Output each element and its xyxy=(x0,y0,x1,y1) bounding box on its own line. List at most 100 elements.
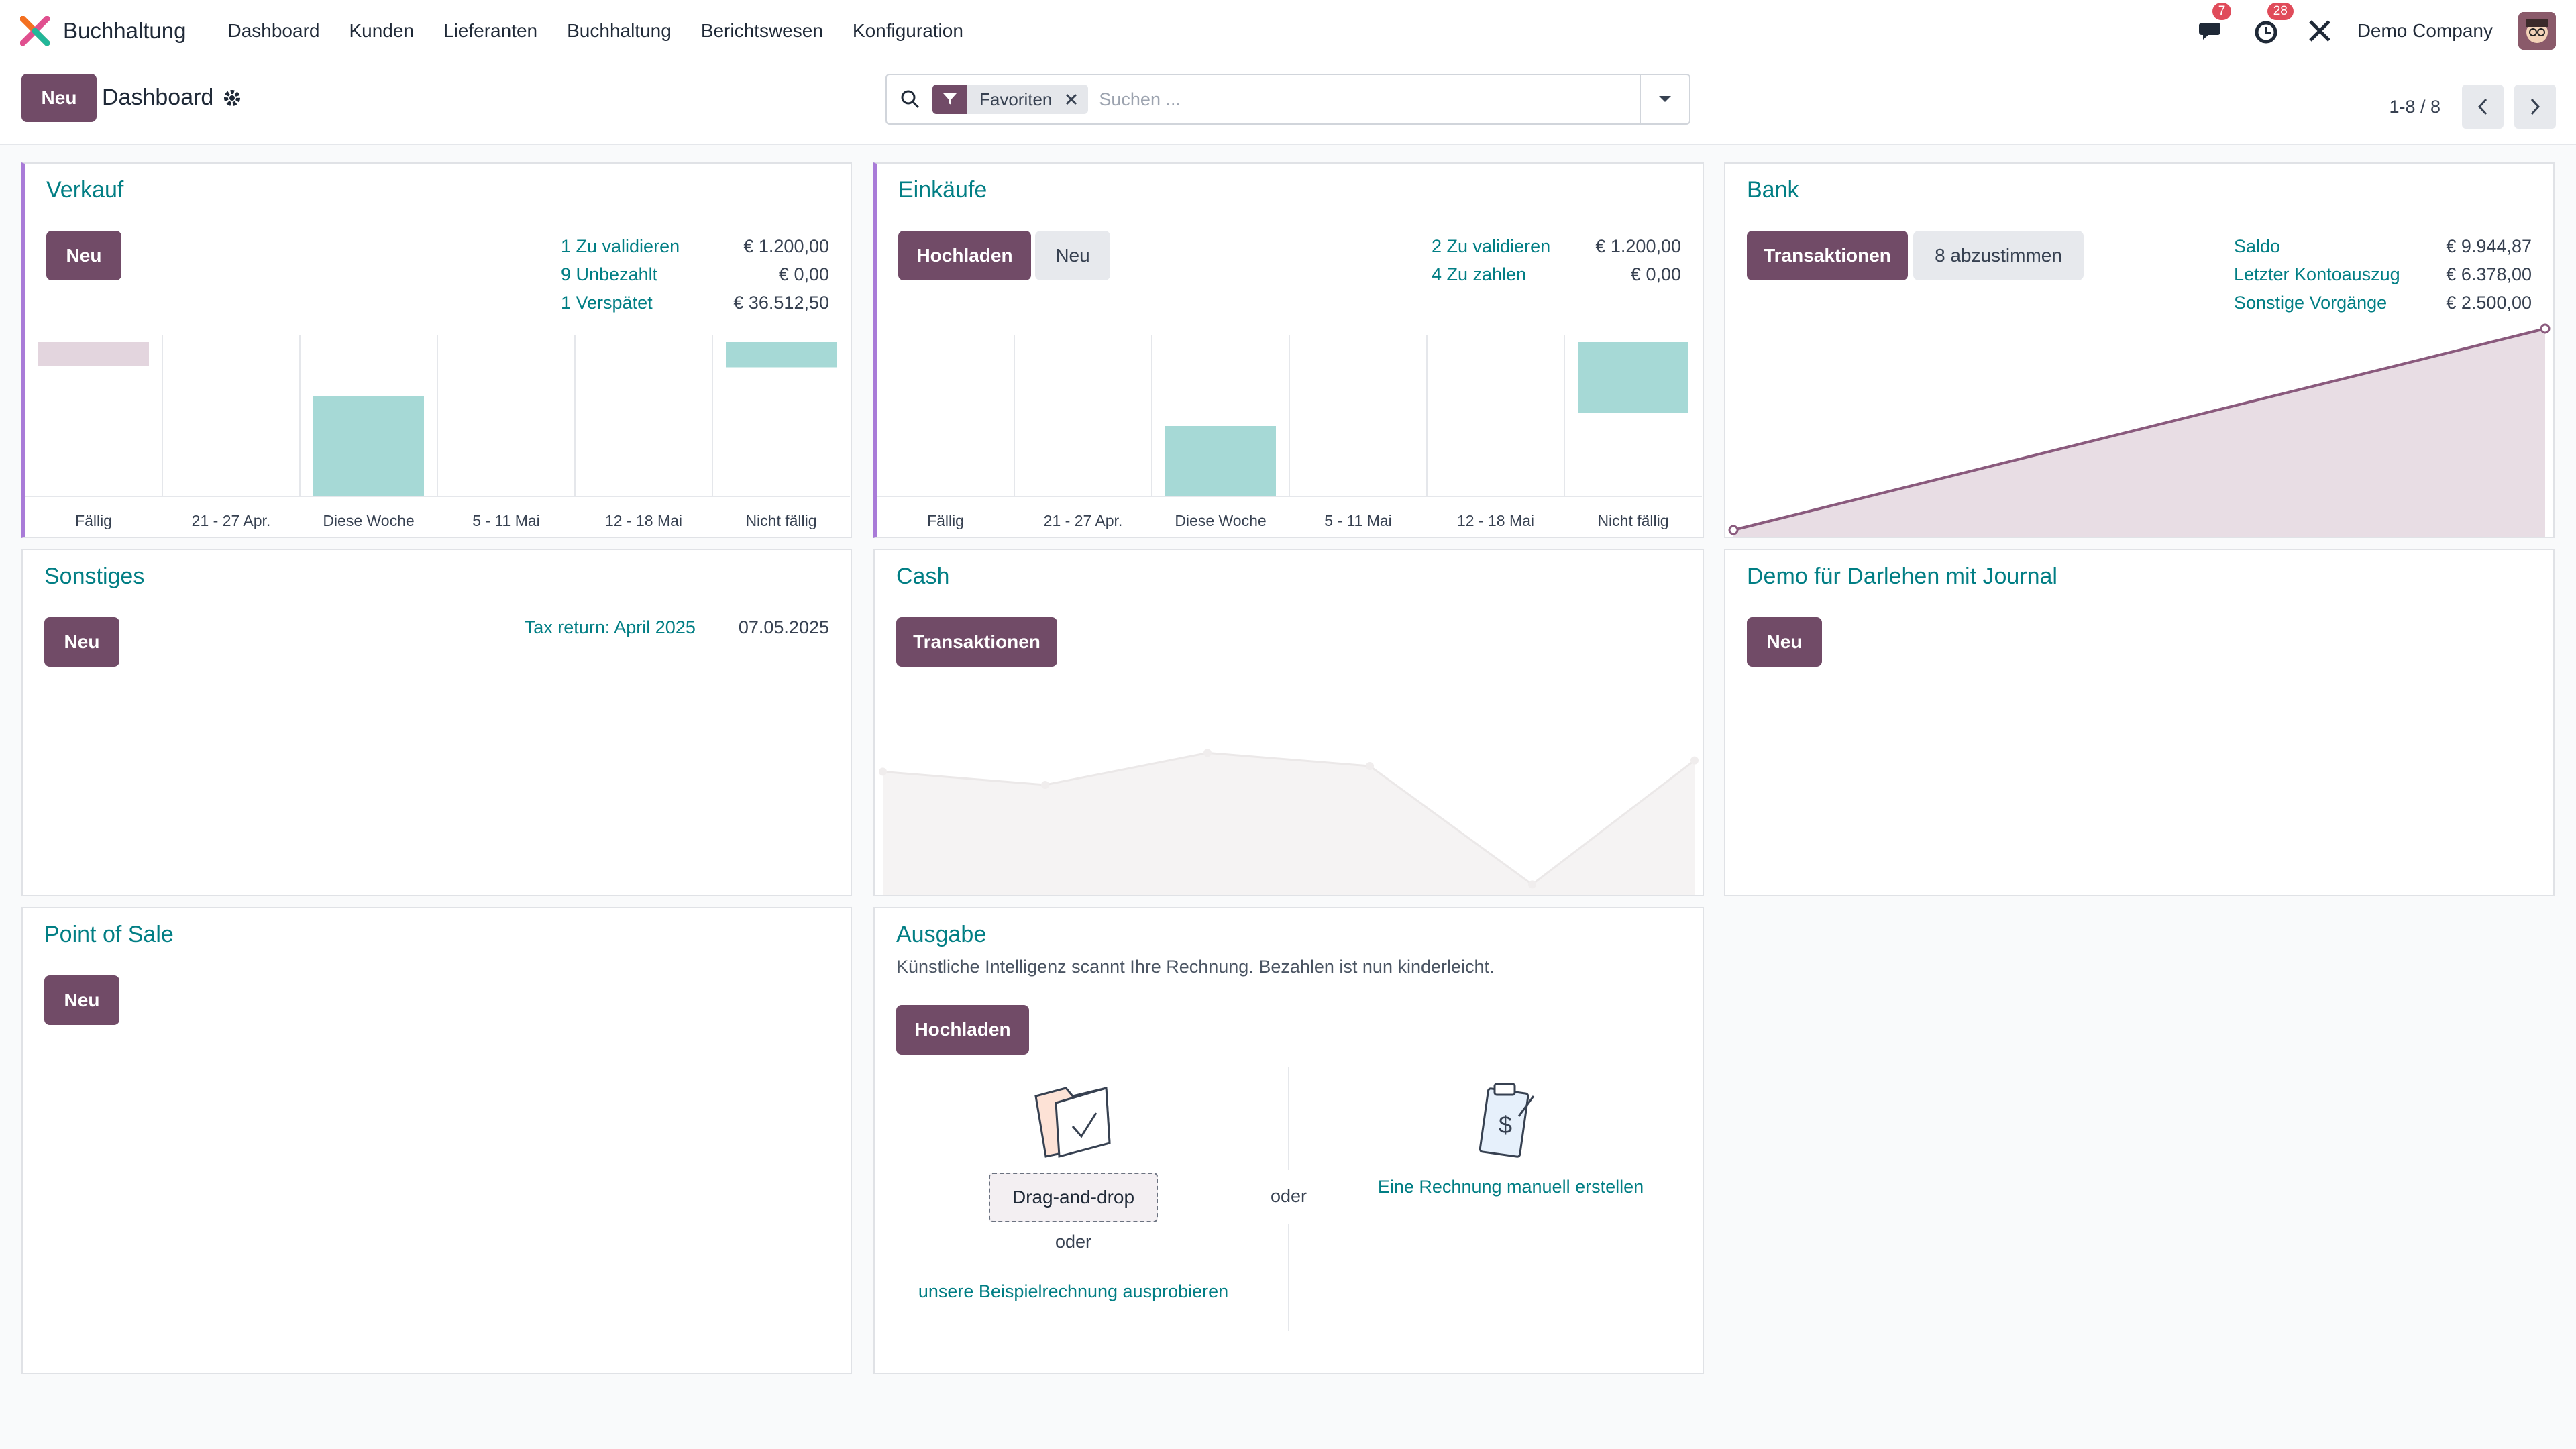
search-input[interactable]: Suchen ... xyxy=(1099,89,1181,110)
pos-new-button[interactable]: Neu xyxy=(44,975,119,1025)
pager: 1-8 / 8 xyxy=(2389,85,2556,129)
chart-point[interactable] xyxy=(1528,880,1536,889)
stat-row: 4 Zu zahlen € 0,00 xyxy=(1432,264,1681,284)
einkaeufe-bar-chart[interactable]: Fällig 21 - 27 Apr. Diese Woche 5 - 11 Mai 1… xyxy=(877,335,1702,537)
tax-return-link[interactable]: Tax return: April 2025 xyxy=(525,617,696,638)
drag-and-drop-zone[interactable]: Drag-and-drop xyxy=(989,1173,1158,1222)
verkauf-bar-chart[interactable]: Fällig 21 - 27 Apr. Diese Woche 5 - 11 Mai 1… xyxy=(25,335,850,537)
journal-card-cash: Cash Transaktionen xyxy=(873,549,1704,896)
journal-card-sonstiges: Sonstiges Neu Tax return: April 2025 07.… xyxy=(21,549,852,896)
menu-konfiguration[interactable]: Konfiguration xyxy=(838,20,978,42)
pager-value[interactable]: 1-8 / 8 xyxy=(2389,97,2440,117)
card-title[interactable]: Cash xyxy=(896,564,949,590)
einkaeufe-new-button[interactable]: Neu xyxy=(1035,231,1110,280)
journal-card-darlehen: Demo für Darlehen mit Journal Neu xyxy=(1724,549,2555,896)
chart-tick-label: Fällig xyxy=(927,512,964,529)
chart-bar[interactable] xyxy=(1578,342,1688,413)
menu-buchhaltung[interactable]: Buchhaltung xyxy=(552,20,686,42)
app-logo-icon[interactable] xyxy=(20,16,50,46)
bank-area-chart[interactable] xyxy=(1725,322,2553,537)
card-title[interactable]: Demo für Darlehen mit Journal xyxy=(1747,564,2057,590)
caret-down-icon xyxy=(1659,96,1671,102)
main-menu: Dashboard Kunden Lieferanten Buchhaltung… xyxy=(213,20,977,42)
cash-transactions-button[interactable]: Transaktionen xyxy=(896,617,1057,667)
manual-invoice-link[interactable]: Eine Rechnung manuell erstellen xyxy=(1338,1177,1684,1197)
stat-row: 1 Zu validieren € 1.200,00 xyxy=(561,236,829,256)
menu-kunden[interactable]: Kunden xyxy=(334,20,429,42)
tools-icon[interactable] xyxy=(2308,19,2332,43)
divider-top xyxy=(1288,1067,1289,1170)
activities-button[interactable]: 28 xyxy=(2253,3,2294,46)
darlehen-new-button[interactable]: Neu xyxy=(1747,617,1822,667)
chart-tick-label: 5 - 11 Mai xyxy=(1324,512,1392,529)
activities-badge: 28 xyxy=(2267,3,2294,20)
ausgabe-subtitle: Künstliche Intelligenz scannt Ihre Rechn… xyxy=(896,957,1495,977)
card-title[interactable]: Bank xyxy=(1747,177,1799,203)
new-button[interactable]: Neu xyxy=(21,74,97,122)
chart-point[interactable] xyxy=(879,767,887,776)
company-switcher[interactable]: Demo Company xyxy=(2357,20,2493,42)
journal-card-bank: Bank Transaktionen 8 abzustimmen Saldo € … xyxy=(1724,162,2555,538)
card-title[interactable]: Verkauf xyxy=(46,177,123,203)
bank-reconcile-button[interactable]: 8 abzustimmen xyxy=(1913,231,2084,280)
pager-next-button[interactable] xyxy=(2514,85,2556,129)
verkauf-stats: 1 Zu validieren € 1.200,00 9 Unbezahlt € 0… xyxy=(561,232,829,317)
chart-point[interactable] xyxy=(1690,756,1699,765)
gear-icon[interactable] xyxy=(223,89,241,107)
menu-lieferanten[interactable]: Lieferanten xyxy=(429,20,552,42)
chart-bar[interactable] xyxy=(726,342,837,368)
menu-dashboard[interactable]: Dashboard xyxy=(213,20,334,42)
chart-point[interactable] xyxy=(1728,525,1739,535)
facet-label: Favoriten xyxy=(979,89,1053,109)
bank-transactions-button[interactable]: Transaktionen xyxy=(1747,231,1908,280)
tax-return-date: 07.05.2025 xyxy=(738,617,829,637)
card-title[interactable]: Ausgabe xyxy=(896,922,986,948)
einkaeufe-stats: 2 Zu validieren € 1.200,00 4 Zu zahlen € 0… xyxy=(1432,232,1681,288)
search-icon xyxy=(901,90,920,109)
chat-icon xyxy=(2198,23,2220,40)
search-options-toggle[interactable] xyxy=(1640,75,1689,123)
chart-bar[interactable] xyxy=(38,342,149,366)
close-icon[interactable] xyxy=(1060,88,1083,111)
sample-invoice-link[interactable]: unsere Beispielrechnung ausprobieren xyxy=(896,1281,1250,1302)
chart-tick-label: Diese Woche xyxy=(1175,512,1266,529)
app-name[interactable]: Buchhaltung xyxy=(63,18,186,44)
chart-bar[interactable] xyxy=(1165,426,1276,496)
divider-bottom xyxy=(1288,1224,1289,1331)
search-bar: Favoriten Suchen ... xyxy=(885,74,1690,125)
page-title: Dashboard xyxy=(102,85,214,110)
chart-tick-label: 21 - 27 Apr. xyxy=(1044,512,1123,529)
stat-row: 1 Verspätet € 36.512,50 xyxy=(561,292,829,313)
search-facet-favorites: Favoriten xyxy=(932,85,1089,114)
chart-point[interactable] xyxy=(1366,762,1374,770)
chevron-left-icon xyxy=(2477,98,2487,115)
clock-icon xyxy=(2255,21,2277,44)
card-title[interactable]: Point of Sale xyxy=(44,922,174,948)
chart-point[interactable] xyxy=(1203,749,1212,757)
folder-check-icon xyxy=(1034,1087,1111,1158)
journal-card-einkaeufe: Einkäufe Hochladen Neu 2 Zu validieren € … xyxy=(873,162,1704,538)
chart-tick-label: Diese Woche xyxy=(323,512,414,529)
pager-previous-button[interactable] xyxy=(2462,85,2504,129)
sonstiges-new-button[interactable]: Neu xyxy=(44,617,119,667)
ausgabe-upload-button[interactable]: Hochladen xyxy=(896,1005,1029,1055)
stat-row: Sonstige Vorgänge € 2.500,00 xyxy=(2234,292,2532,313)
chart-bar[interactable] xyxy=(313,396,424,496)
filter-icon xyxy=(943,93,957,105)
chart-point[interactable] xyxy=(2540,323,2551,334)
chart-area xyxy=(883,753,1695,895)
stat-row: Letzter Kontoauszug € 6.378,00 xyxy=(2234,264,2532,284)
menu-berichtswesen[interactable]: Berichtswesen xyxy=(686,20,838,42)
stat-row: 9 Unbezahlt € 0,00 xyxy=(561,264,829,284)
user-avatar[interactable] xyxy=(2518,12,2556,50)
cash-area-chart[interactable] xyxy=(875,694,1703,895)
breadcrumb: Dashboard xyxy=(102,85,241,111)
messages-button[interactable]: 7 xyxy=(2198,3,2232,46)
chart-point[interactable] xyxy=(1041,781,1049,789)
verkauf-new-button[interactable]: Neu xyxy=(46,231,121,280)
chart-tick-label: Fällig xyxy=(75,512,112,529)
card-title[interactable]: Sonstiges xyxy=(44,564,144,590)
einkaeufe-upload-button[interactable]: Hochladen xyxy=(898,231,1031,280)
card-title[interactable]: Einkäufe xyxy=(898,177,987,203)
control-panel: Neu Dashboard Favoriten Suchen ... 1-8 /… xyxy=(0,62,2576,145)
